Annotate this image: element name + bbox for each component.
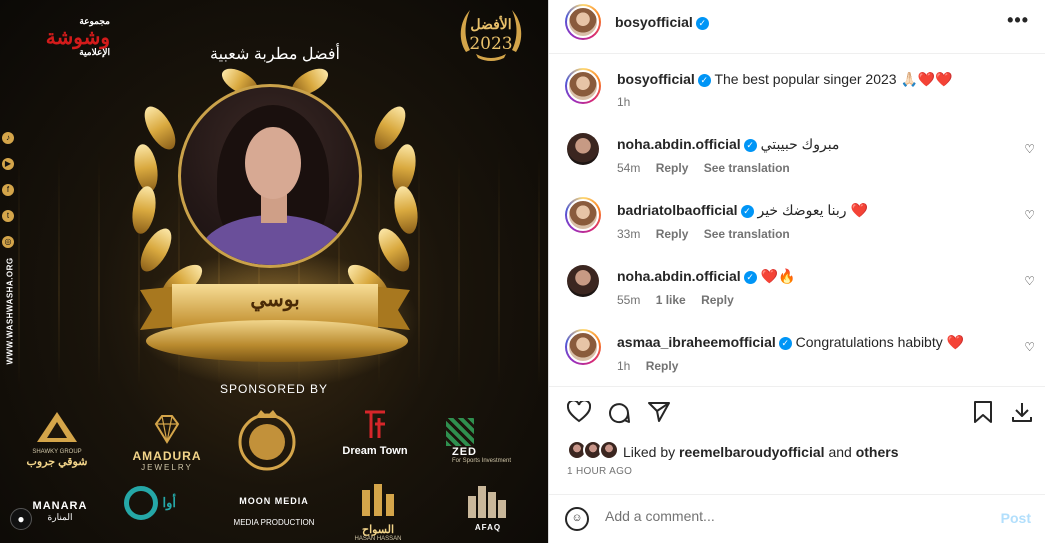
sponsor-logo: AMADURA JEWELRY — [124, 414, 210, 472]
pedestal — [146, 320, 408, 362]
post-timestamp[interactable]: 1 HOUR AGO — [567, 466, 632, 477]
post-header: bosyofficial ✓ ••• — [549, 0, 1045, 54]
comment-username[interactable]: noha.abdin.official — [617, 136, 741, 152]
likes-others-link[interactable]: others — [856, 444, 899, 460]
sponsor-logo: ZED For Sports Investment — [446, 418, 528, 464]
account-icon[interactable]: ● — [10, 508, 32, 530]
comment-time: 55m — [617, 293, 641, 307]
comment-time: 1h — [617, 359, 631, 373]
comment-item: asmaa_ibraheemofficial ✓ Congratulations … — [617, 334, 964, 351]
sponsor-logo: AFAQ — [460, 482, 516, 532]
author-username[interactable]: bosyofficial — [615, 14, 693, 30]
commenter-avatar[interactable] — [567, 265, 599, 297]
post-image[interactable]: مجموعة وشوشة الإعلامية الأفضل 2023 أفضل … — [0, 0, 548, 543]
verified-icon: ✓ — [695, 17, 709, 30]
liker-username[interactable]: reemelbaroudyofficial — [679, 444, 825, 460]
sponsor-logo: MANARA المنارة — [32, 500, 88, 522]
comment-time: 33m — [617, 227, 641, 241]
year-badge: الأفضل 2023 — [456, 2, 526, 64]
verified-icon: ✓ — [743, 271, 757, 284]
comment-meta: 55m 1 like Reply — [617, 293, 746, 307]
reply-button[interactable]: Reply — [656, 161, 689, 175]
comment-username[interactable]: noha.abdin.official — [617, 268, 741, 284]
see-translation-button[interactable]: See translation — [704, 161, 790, 175]
sponsor-logo: أوا — [124, 486, 194, 520]
author-avatar[interactable] — [565, 4, 601, 40]
comment-input[interactable] — [605, 508, 985, 524]
commenter-avatar[interactable] — [567, 133, 599, 165]
liked-by-text: Liked by reemelbaroudyofficial and other… — [623, 444, 899, 460]
comment-username[interactable]: asmaa_ibraheemofficial — [617, 334, 776, 350]
comment-text: مبروك حبيبتي — [760, 136, 840, 152]
comment-item: badriatolbaofficial ✓ ربنا يعوضك خير ❤️ — [617, 202, 868, 219]
sponsored-label: SPONSORED BY — [219, 382, 329, 396]
brand-logo: مجموعة وشوشة الإعلامية — [45, 16, 110, 57]
comment-text: ❤️🔥 — [760, 268, 796, 284]
post-comment-button[interactable]: Post — [1001, 510, 1031, 526]
post-actions-bar — [549, 386, 1045, 436]
see-translation-button[interactable]: See translation — [704, 227, 790, 241]
download-icon[interactable] — [1011, 401, 1033, 423]
reply-button[interactable]: Reply — [646, 359, 679, 373]
sponsor-logo: SHAWKY GROUP شوقي جروب — [18, 410, 96, 468]
like-comment-icon[interactable]: ♡ — [1024, 274, 1035, 288]
reply-button[interactable]: Reply — [656, 227, 689, 241]
caption-avatar[interactable] — [565, 68, 601, 104]
comment-time: 54m — [617, 161, 641, 175]
winner-portrait — [178, 84, 362, 268]
like-icon[interactable] — [567, 401, 591, 423]
like-comment-icon[interactable]: ♡ — [1024, 340, 1035, 354]
caption-username[interactable]: bosyofficial — [617, 71, 695, 87]
emoji-icon[interactable]: ☺ — [565, 507, 589, 531]
reply-button[interactable]: Reply — [701, 293, 734, 307]
comment-username[interactable]: badriatolbaofficial — [617, 202, 738, 218]
comment-composer: ☺ Post — [549, 494, 1045, 543]
comment-meta: 1h Reply — [617, 359, 690, 373]
comment-meta: 54m Reply See translation — [617, 161, 802, 175]
comment-item: noha.abdin.official ✓ مبروك حبيبتي — [617, 136, 839, 153]
share-icon[interactable] — [647, 401, 671, 423]
caption: bosyofficial ✓ The best popular singer 20… — [617, 71, 953, 88]
award-title: أفضل مطربة شعبية — [210, 46, 340, 63]
verified-icon: ✓ — [740, 205, 754, 218]
facebook-icon: f — [2, 184, 14, 196]
save-icon[interactable] — [973, 401, 993, 423]
verified-icon: ✓ — [778, 337, 792, 350]
caption-time: 1h — [617, 95, 631, 109]
commenter-avatar[interactable] — [565, 197, 601, 233]
like-comment-icon[interactable]: ♡ — [1024, 142, 1035, 156]
sponsor-logo: MOON MEDIA MEDIA PRODUCTION — [233, 496, 315, 527]
verified-icon: ✓ — [743, 139, 757, 152]
caption-text: The best popular singer 2023 🙏🏻❤️❤️ — [714, 71, 953, 87]
sponsor-lion-logo — [234, 408, 300, 477]
sponsor-logo: Dream Town — [338, 410, 412, 457]
liker-avatar[interactable] — [599, 440, 619, 460]
verified-icon: ✓ — [697, 74, 711, 87]
comment-likes-count[interactable]: 1 like — [656, 293, 686, 307]
commenter-avatar[interactable] — [565, 329, 601, 365]
comment-icon[interactable] — [607, 401, 631, 425]
sponsor-logo: السواح HASAN HASSAN — [348, 480, 408, 542]
comment-text: Congratulations habibty ❤️ — [795, 334, 965, 350]
youtube-icon: ▶ — [2, 158, 14, 170]
like-comment-icon[interactable]: ♡ — [1024, 208, 1035, 222]
tiktok-icon: ♪ — [2, 132, 14, 144]
more-options-icon[interactable]: ••• — [1007, 10, 1029, 31]
comment-item: noha.abdin.official ✓ ❤️🔥 — [617, 268, 795, 285]
winner-name: بوسي — [250, 289, 300, 311]
twitter-icon: t — [2, 210, 14, 222]
post-details-panel: bosyofficial ✓ ••• bosyofficial ✓ The best… — [548, 0, 1045, 543]
comment-meta: 33m Reply See translation — [617, 227, 802, 241]
website-url: WWW.WASHWASHA.ORG — [5, 257, 15, 365]
comment-text: ربنا يعوضك خير ❤️ — [757, 202, 868, 218]
